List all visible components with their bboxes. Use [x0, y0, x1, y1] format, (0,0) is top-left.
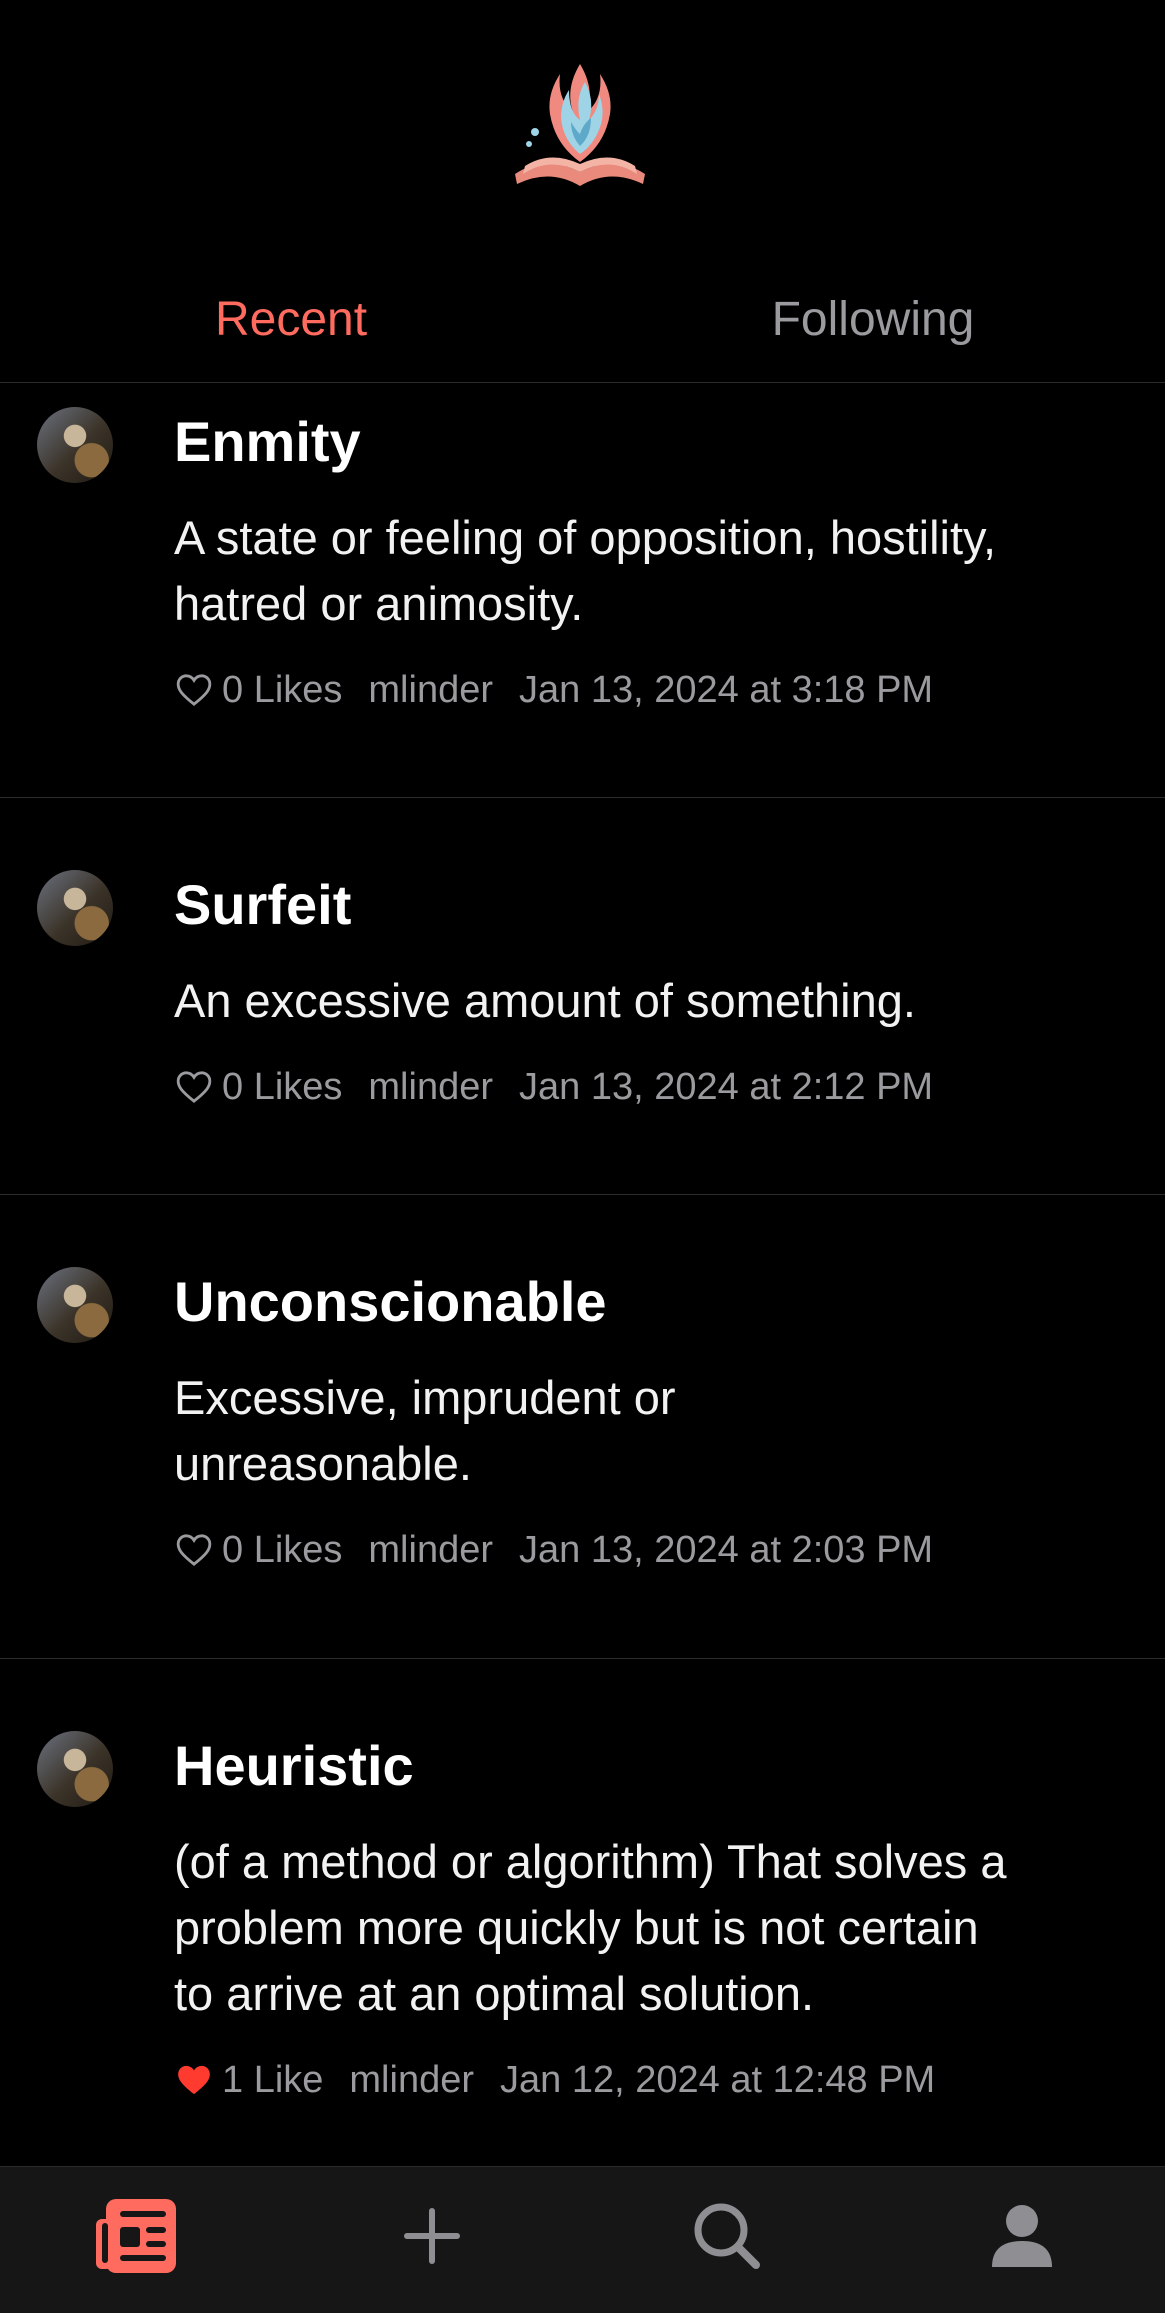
feed-icon	[96, 2199, 176, 2273]
post-definition: Excessive, imprudent or unreasonable.	[174, 1371, 676, 1490]
post-title: Heuristic	[174, 1734, 414, 1797]
heart-outline-icon[interactable]	[174, 1530, 214, 1570]
author-name[interactable]: mlinder	[368, 1064, 493, 1110]
avatar[interactable]	[37, 1731, 113, 1807]
post-meta: 0 Likes mlinder Jan 13, 2024 at 2:03 PM	[174, 1527, 1105, 1573]
post-feed[interactable]: Enmity A state or feeling of opposition,…	[0, 383, 1165, 2166]
post-meta: 0 Likes mlinder Jan 13, 2024 at 2:12 PM	[174, 1064, 1105, 1110]
tab-search[interactable]	[682, 2191, 772, 2281]
heart-filled-icon[interactable]	[174, 2060, 214, 2100]
likes-count: 0 Likes	[222, 1529, 343, 1571]
post-timestamp: Jan 13, 2024 at 3:18 PM	[519, 669, 934, 711]
tab-recent[interactable]: Recent	[0, 280, 582, 360]
post-title: Enmity	[174, 410, 361, 473]
book-flame-logo	[515, 64, 645, 186]
author-name[interactable]: mlinder	[368, 667, 493, 713]
heart-outline-icon[interactable]	[174, 670, 214, 710]
likes-count: 0 Likes	[222, 1066, 343, 1108]
header: Recent Following	[0, 0, 1165, 383]
post-title: Surfeit	[174, 873, 352, 936]
likes-count: 1 Like	[222, 2059, 324, 2101]
heart-outline-icon[interactable]	[174, 1067, 214, 1107]
post-timestamp: Jan 12, 2024 at 12:48 PM	[500, 2059, 936, 2101]
plus-icon	[404, 2208, 460, 2264]
feed-tabs: Recent Following	[0, 280, 1165, 360]
post-meta: 0 Likes mlinder Jan 13, 2024 at 3:18 PM	[174, 667, 1105, 713]
post-meta: 1 Like mlinder Jan 12, 2024 at 12:48 PM	[174, 2057, 1105, 2103]
post-definition: A state or feeling of opposition, hostil…	[174, 511, 997, 630]
bottom-tab-bar	[0, 2166, 1165, 2313]
post-item[interactable]: Enmity A state or feeling of opposition,…	[0, 383, 1165, 798]
avatar[interactable]	[37, 870, 113, 946]
avatar[interactable]	[37, 1267, 113, 1343]
author-name[interactable]: mlinder	[368, 1527, 493, 1573]
tab-following[interactable]: Following	[582, 280, 1164, 360]
search-icon	[694, 2203, 760, 2269]
avatar[interactable]	[37, 407, 113, 483]
post-title: Unconscionable	[174, 1270, 607, 1333]
likes-count: 0 Likes	[222, 669, 343, 711]
tab-feed[interactable]	[92, 2191, 182, 2281]
author-name[interactable]: mlinder	[349, 2057, 474, 2103]
post-timestamp: Jan 13, 2024 at 2:03 PM	[519, 1529, 934, 1571]
post-item[interactable]: Heuristic (of a method or algorithm) Tha…	[0, 1659, 1165, 2166]
post-item[interactable]: Unconscionable Excessive, imprudent or u…	[0, 1195, 1165, 1659]
post-definition: An excessive amount of something.	[174, 974, 916, 1027]
profile-icon	[992, 2205, 1052, 2267]
post-definition: (of a method or algorithm) That solves a…	[174, 1835, 1007, 2020]
tab-profile[interactable]	[977, 2191, 1067, 2281]
post-item[interactable]: Surfeit An excessive amount of something…	[0, 798, 1165, 1195]
tab-add[interactable]	[387, 2191, 477, 2281]
post-timestamp: Jan 13, 2024 at 2:12 PM	[519, 1066, 934, 1108]
